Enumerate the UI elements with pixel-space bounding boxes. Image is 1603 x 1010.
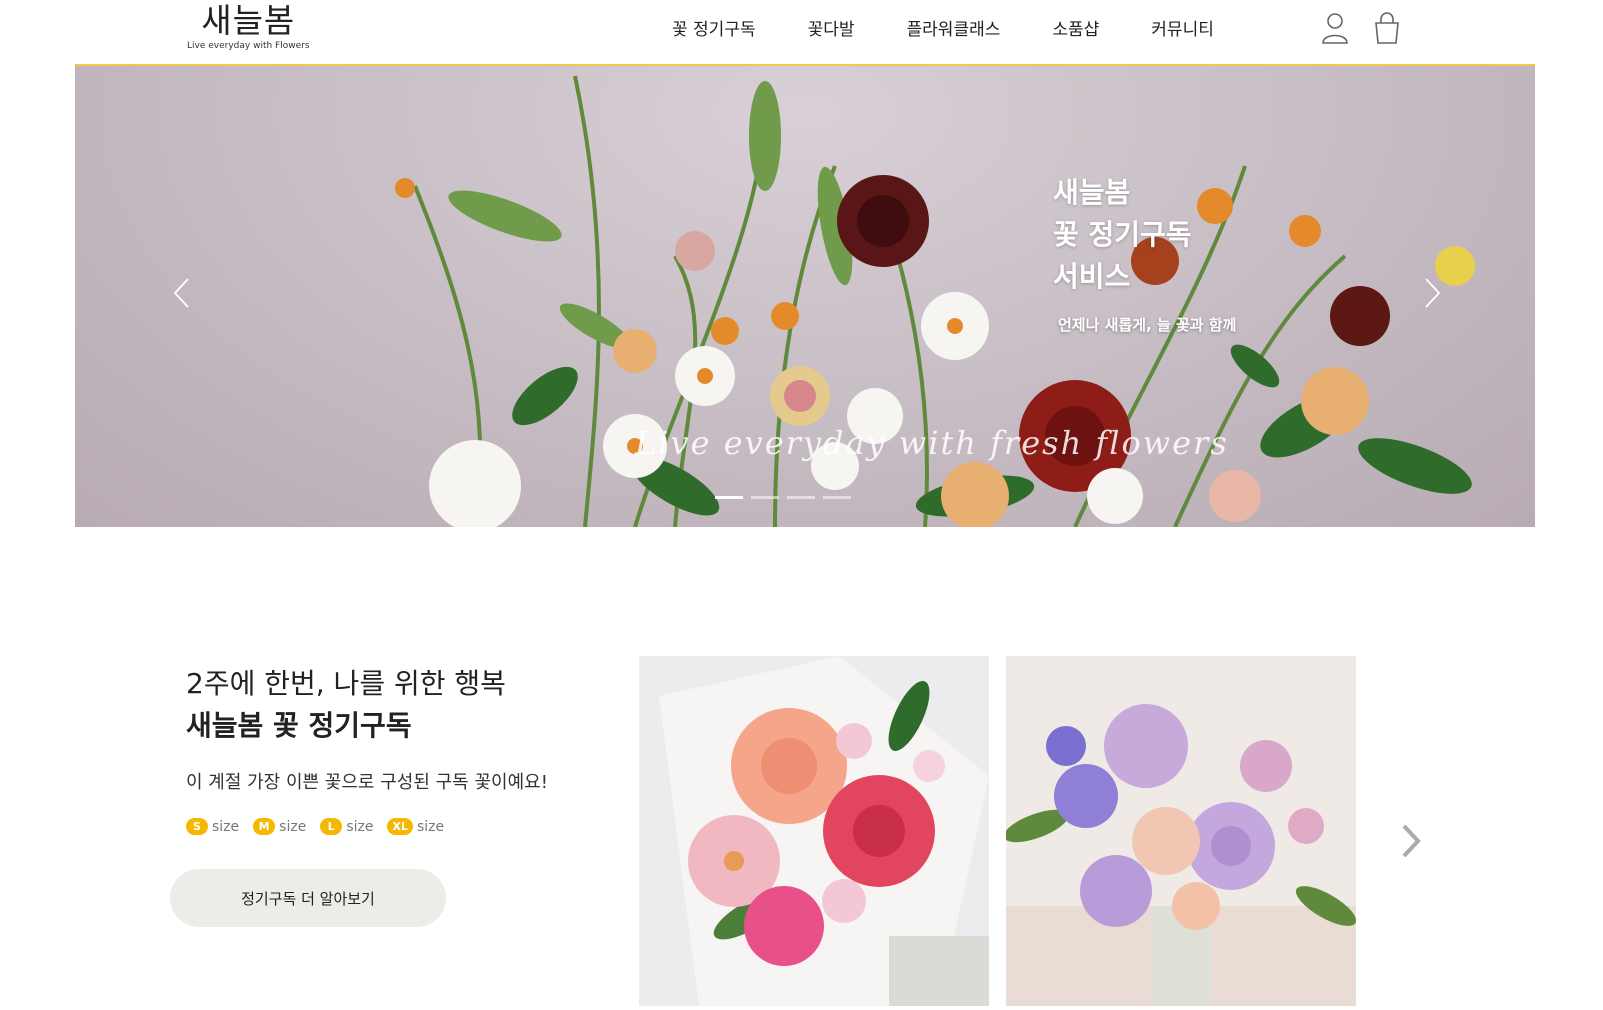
main-nav: 꽃 정기구독 꽃다발 플라워클래스 소품샵 커뮤니티 xyxy=(672,18,1214,42)
nav-item-shop[interactable]: 소품샵 xyxy=(1052,18,1099,42)
subscription-more-button[interactable]: 정기구독 더 알아보기 xyxy=(170,869,446,927)
hero-title-line: 꽃 정기구독 xyxy=(1053,218,1192,251)
hero-title-line: 새늘봄 xyxy=(1053,176,1131,209)
size-label: size xyxy=(346,818,374,835)
size-option-s: S size xyxy=(186,818,239,835)
hero-banner: 새늘봄 꽃 정기구독 서비스 언제나 새롭게, 늘 꽃과 함께 Live eve… xyxy=(75,66,1535,527)
size-option-xl: XL size xyxy=(387,818,444,835)
subscription-title: 새늘봄 꽃 정기구독 xyxy=(186,709,412,742)
logo[interactable]: 새늘봄 Live everyday with Flowers xyxy=(187,2,310,52)
shopping-bag-icon[interactable] xyxy=(1372,11,1402,45)
user-icon[interactable] xyxy=(1320,11,1350,45)
size-badge: M xyxy=(253,818,276,835)
hero-slide-indicators xyxy=(715,496,851,499)
size-label: size xyxy=(416,818,445,835)
size-option-l: L size xyxy=(320,818,373,835)
products-next-arrow-icon[interactable] xyxy=(1398,820,1424,862)
size-label: size xyxy=(279,818,307,835)
size-label: size xyxy=(212,818,240,835)
hero-title: 새늘봄 꽃 정기구독 서비스 xyxy=(1053,172,1192,298)
product-image-lavender-bouquet[interactable] xyxy=(1006,656,1356,1006)
hero-subtitle: 언제나 새롭게, 늘 꽃과 함께 xyxy=(1058,316,1237,334)
subscription-heading: 2주에 한번, 나를 위한 행복 xyxy=(186,667,506,700)
page: 새늘봄 Live everyday with Flowers 꽃 정기구독 꽃다… xyxy=(0,0,1603,1010)
slide-indicator[interactable] xyxy=(787,496,815,499)
slide-indicator[interactable] xyxy=(823,496,851,499)
hero-prev-arrow-icon[interactable] xyxy=(170,276,194,310)
nav-item-community[interactable]: 커뮤니티 xyxy=(1151,18,1214,42)
hero-next-arrow-icon[interactable] xyxy=(1420,276,1444,310)
size-badge: XL xyxy=(387,818,413,835)
hero-script-text: Live everyday with fresh flowers xyxy=(635,424,1229,462)
logo-title: 새늘봄 xyxy=(201,1,296,40)
nav-item-subscription[interactable]: 꽃 정기구독 xyxy=(672,18,756,42)
size-option-m: M size xyxy=(253,818,306,835)
size-options: S size M size L size XL size xyxy=(186,818,444,835)
product-image-pink-bouquet[interactable] xyxy=(639,656,989,1006)
logo-tagline: Live everyday with Flowers xyxy=(187,41,310,51)
hero-title-line: 서비스 xyxy=(1053,260,1131,293)
size-badge: L xyxy=(320,818,343,835)
slide-indicator[interactable] xyxy=(751,496,779,499)
size-badge: S xyxy=(186,818,208,835)
site-header: 새늘봄 Live everyday with Flowers 꽃 정기구독 꽃다… xyxy=(75,0,1535,66)
nav-item-flower-class[interactable]: 플라워클래스 xyxy=(907,18,1001,42)
subscription-description: 이 계절 가장 이쁜 꽃으로 구성된 구독 꽃이예요! xyxy=(186,772,548,793)
nav-item-bouquet[interactable]: 꽃다발 xyxy=(808,18,855,42)
slide-indicator[interactable] xyxy=(715,496,743,499)
